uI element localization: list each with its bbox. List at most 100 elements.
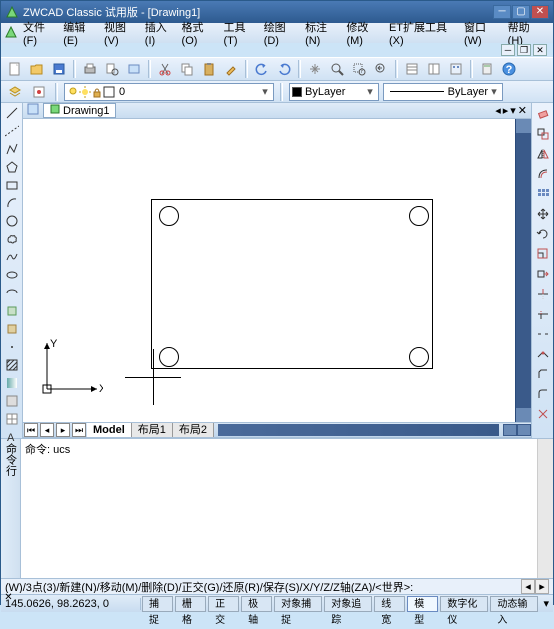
copy-icon[interactable] [177, 59, 197, 79]
tab-last-icon[interactable]: ⏭ [72, 423, 86, 437]
cut-icon[interactable] [155, 59, 175, 79]
move-icon[interactable] [534, 205, 552, 223]
status-menu-icon[interactable]: ▾ [539, 597, 553, 610]
calc-icon[interactable] [477, 59, 497, 79]
circle-icon[interactable] [3, 213, 21, 229]
status-model[interactable]: 模型 [407, 596, 438, 612]
scale-icon[interactable] [534, 245, 552, 263]
insert-block-icon[interactable] [3, 303, 21, 319]
ellipse-icon[interactable] [3, 267, 21, 283]
menu-tools[interactable]: 工具(T) [223, 19, 257, 47]
status-lwt[interactable]: 线宽 [374, 596, 405, 612]
publish-icon[interactable] [124, 59, 144, 79]
command-output[interactable]: 命令: ucs [21, 439, 537, 578]
region-icon[interactable] [3, 393, 21, 409]
menu-view[interactable]: 视图(V) [104, 19, 139, 47]
tab-prev-icon[interactable]: ◂ [40, 423, 54, 437]
tab-next-icon[interactable]: ▸ [56, 423, 70, 437]
menu-help[interactable]: 帮助(H) [508, 19, 543, 47]
menu-file[interactable]: 文件(F) [23, 19, 57, 47]
offset-icon[interactable] [534, 165, 552, 183]
match-prop-icon[interactable] [221, 59, 241, 79]
design-center-icon[interactable] [424, 59, 444, 79]
menu-et[interactable]: ET扩展工具(X) [389, 19, 458, 47]
zoom-realtime-icon[interactable] [327, 59, 347, 79]
menu-dim[interactable]: 标注(N) [305, 19, 340, 47]
cmd-scroll-left-icon[interactable]: ◂ [521, 579, 535, 594]
explode-icon[interactable] [534, 405, 552, 423]
paste-icon[interactable] [199, 59, 219, 79]
mdi-restore[interactable]: ❐ [517, 44, 531, 56]
tab-first-icon[interactable]: ⏮ [24, 423, 38, 437]
document-tab[interactable]: Drawing1 [43, 103, 116, 118]
point-icon[interactable] [3, 339, 21, 355]
mdi-minimize[interactable]: ─ [501, 44, 515, 56]
mirror-icon[interactable] [534, 145, 552, 163]
drawing-canvas[interactable]: X Y [23, 119, 515, 422]
print-preview-icon[interactable] [102, 59, 122, 79]
revcloud-icon[interactable] [3, 231, 21, 247]
tab-next-icon[interactable]: ▸ [503, 104, 509, 117]
cmd-scroll-right-icon[interactable]: ▸ [535, 579, 549, 594]
status-grid[interactable]: 栅格 [175, 596, 206, 612]
rectangle-icon[interactable] [3, 177, 21, 193]
trim-icon[interactable] [534, 285, 552, 303]
tab-model[interactable]: Model [87, 423, 132, 437]
mdi-close[interactable]: ✕ [533, 44, 547, 56]
extend-icon[interactable] [534, 305, 552, 323]
tool-palette-icon[interactable] [446, 59, 466, 79]
tab-menu-icon[interactable]: ▾ [510, 104, 516, 117]
mtext-icon[interactable]: A [3, 429, 21, 445]
table-icon[interactable] [3, 411, 21, 427]
menu-window[interactable]: 窗口(W) [464, 19, 502, 47]
make-block-icon[interactable] [3, 321, 21, 337]
color-dropdown[interactable]: ByLayer ▾ [289, 83, 379, 101]
status-ortho[interactable]: 正交 [208, 596, 239, 612]
print-icon[interactable] [80, 59, 100, 79]
status-dyn[interactable]: 动态输入 [490, 596, 538, 612]
break-icon[interactable] [534, 325, 552, 343]
menu-draw[interactable]: 绘图(D) [264, 19, 299, 47]
stretch-icon[interactable] [534, 265, 552, 283]
polygon-icon[interactable] [3, 159, 21, 175]
tab-prev-icon[interactable]: ◂ [495, 104, 501, 117]
erase-icon[interactable] [534, 105, 552, 123]
gradient-icon[interactable] [3, 375, 21, 391]
command-vscroll[interactable] [537, 439, 553, 578]
hscroll-right-icon[interactable] [517, 424, 531, 436]
menu-insert[interactable]: 插入(I) [145, 19, 176, 47]
maximize-button[interactable]: ▢ [512, 5, 530, 19]
menu-format[interactable]: 格式(O) [182, 19, 218, 47]
redo-icon[interactable] [274, 59, 294, 79]
rotate-icon[interactable] [534, 225, 552, 243]
hatch-icon[interactable] [3, 357, 21, 373]
zoom-window-icon[interactable] [349, 59, 369, 79]
hscroll-left-icon[interactable] [503, 424, 517, 436]
layer-states-icon[interactable] [29, 82, 49, 102]
tab-layout2[interactable]: 布局2 [173, 423, 214, 437]
new-icon[interactable] [5, 59, 25, 79]
tab-layout1[interactable]: 布局1 [132, 423, 173, 437]
line-icon[interactable] [3, 105, 21, 121]
status-polar[interactable]: 极轴 [241, 596, 272, 612]
status-tablet[interactable]: 数字化仪 [440, 596, 488, 612]
menu-edit[interactable]: 编辑(E) [63, 19, 98, 47]
tab-close-icon[interactable]: ✕ [518, 104, 527, 117]
zoom-prev-icon[interactable] [371, 59, 391, 79]
properties-icon[interactable] [402, 59, 422, 79]
save-icon[interactable] [49, 59, 69, 79]
arc-icon[interactable] [3, 195, 21, 211]
minimize-button[interactable]: ─ [493, 5, 511, 19]
ellipse-arc-icon[interactable] [3, 285, 21, 301]
spline-icon[interactable] [3, 249, 21, 265]
status-otrack[interactable]: 对象追踪 [324, 596, 372, 612]
status-snap[interactable]: 捕捉 [142, 596, 173, 612]
command-input[interactable] [5, 581, 521, 593]
pan-icon[interactable] [305, 59, 325, 79]
close-button[interactable]: ✕ [531, 5, 549, 19]
xline-icon[interactable] [3, 123, 21, 139]
panel-close-icon[interactable]: ✕ [2, 591, 14, 603]
layer-dropdown[interactable]: 0 ▾ [64, 83, 274, 101]
polyline-icon[interactable] [3, 141, 21, 157]
fillet-icon[interactable] [534, 385, 552, 403]
